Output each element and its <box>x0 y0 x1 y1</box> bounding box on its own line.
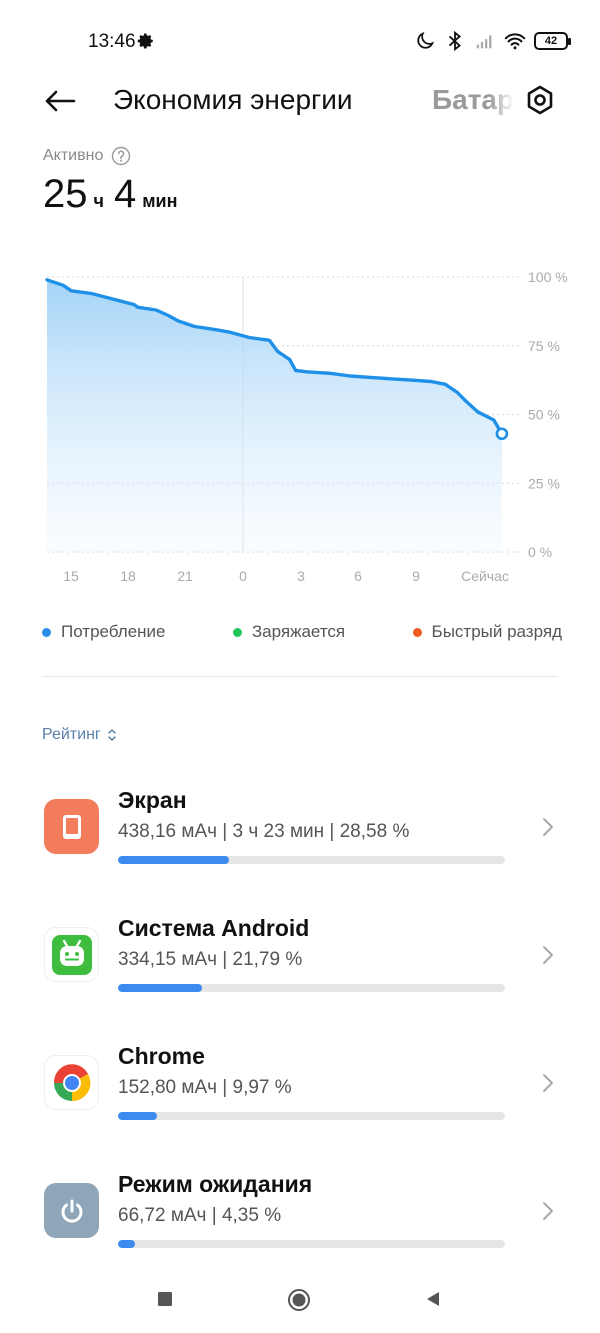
chrome-icon <box>44 1055 99 1110</box>
usage-bar <box>118 984 505 992</box>
legend-dot <box>42 627 51 637</box>
battery-chart: 100 % 75 % 50 % 25 % 0 % 15 18 21 0 3 6 9 Сейчас <box>45 269 568 584</box>
x-tick-label: Сейчас <box>461 568 509 584</box>
legend-item-charging: Заряжается <box>232 622 346 642</box>
legend-label: Заряжается <box>251 622 346 641</box>
active-minutes: 4 <box>113 172 137 216</box>
help-icon[interactable] <box>111 146 131 166</box>
usage-bar <box>118 1240 505 1248</box>
back-triangle-icon[interactable] <box>424 1290 442 1308</box>
signal-icon <box>476 35 492 49</box>
y-tick-label: 100 % <box>528 269 568 285</box>
legend-dot <box>412 627 422 637</box>
app-detail: 152,80 мАч | 9,97 % <box>118 1077 292 1098</box>
legend-item-fast-drain: Быстрый разряд <box>412 622 562 642</box>
square-icon[interactable] <box>156 1290 174 1308</box>
active-hours: 25 <box>43 172 88 216</box>
home-circle-icon[interactable] <box>287 1288 311 1312</box>
chevron-right-icon <box>543 1202 553 1220</box>
usage-bar <box>118 1112 505 1120</box>
page-title: Экономия энергии <box>113 84 353 115</box>
y-tick-label: 75 % <box>528 338 560 354</box>
back-arrow-icon[interactable] <box>42 86 78 116</box>
status-time: 13:46 <box>88 31 136 52</box>
bluetooth-icon <box>448 30 461 52</box>
x-tick-label: 21 <box>177 568 193 584</box>
active-label: Активно <box>43 147 104 164</box>
usage-bar-fill <box>118 856 229 864</box>
android-icon <box>44 927 99 982</box>
x-tick-label: 0 <box>239 568 247 584</box>
app-detail: 438,16 мАч | 3 ч 23 мин | 28,58 % <box>118 821 410 842</box>
app-row-android-system[interactable]: Система Android 334,15 мАч | 21,79 % <box>0 915 600 1027</box>
active-time: 25 ч 4 мин <box>43 172 187 217</box>
y-tick-label: 0 % <box>528 544 552 560</box>
chevron-right-icon <box>543 946 553 964</box>
app-row-standby[interactable]: Режим ожидания 66,72 мАч | 4,35 % <box>0 1171 600 1283</box>
gear-icon <box>137 33 153 49</box>
app-row-screen[interactable]: Экран 438,16 мАч | 3 ч 23 мин | 28,58 % <box>0 787 600 899</box>
chevron-right-icon <box>543 1074 553 1092</box>
chevron-right-icon <box>543 818 553 836</box>
usage-bar-fill <box>118 984 203 992</box>
usage-bar-fill <box>118 1240 135 1248</box>
sort-arrows-icon <box>108 729 116 741</box>
app-name: Chrome <box>118 1043 205 1069</box>
header: Экономия энергии Батарея <box>0 80 600 124</box>
x-tick-label: 3 <box>297 568 305 584</box>
battery-level: 42 <box>544 35 558 47</box>
active-row: Активно <box>43 146 131 166</box>
active-hours-unit: ч <box>93 191 104 211</box>
settings-icon[interactable] <box>524 84 556 116</box>
rating-sort-button[interactable]: Рейтинг <box>42 726 117 744</box>
screen-icon <box>44 799 99 854</box>
battery-icon: 42 <box>534 32 571 50</box>
navigation-bar <box>0 1270 600 1333</box>
x-tick-label: 18 <box>120 568 136 584</box>
wifi-icon <box>504 33 526 50</box>
current-point-marker <box>495 427 509 441</box>
legend-label: Быстрый разряд <box>431 622 562 641</box>
power-icon <box>44 1183 99 1238</box>
y-tick-label: 50 % <box>528 407 560 423</box>
app-name: Режим ожидания <box>118 1171 313 1197</box>
moon-icon <box>417 31 435 49</box>
usage-bar <box>118 856 505 864</box>
app-row-chrome[interactable]: Chrome 152,80 мАч | 9,97 % <box>0 1043 600 1155</box>
chart-legend: Потребление Заряжается Быстрый разряд <box>42 622 562 642</box>
tab-battery[interactable]: Батарея <box>432 84 514 116</box>
x-tick-label: 9 <box>412 568 420 584</box>
app-name: Система Android <box>118 915 310 941</box>
legend-label: Потребление <box>61 622 166 641</box>
status-bar: 13:46 42 <box>0 0 600 84</box>
x-tick-label: 15 <box>63 568 79 584</box>
active-minutes-unit: мин <box>142 191 178 211</box>
usage-bar-fill <box>118 1112 157 1120</box>
app-detail: 334,15 мАч | 21,79 % <box>118 949 303 970</box>
app-detail: 66,72 мАч | 4,35 % <box>118 1205 282 1226</box>
divider <box>42 676 558 677</box>
legend-dot <box>232 627 242 637</box>
y-tick-label: 25 % <box>528 475 560 491</box>
rating-label: Рейтинг <box>42 726 101 743</box>
x-tick-label: 6 <box>354 568 362 584</box>
app-name: Экран <box>118 787 187 813</box>
legend-item-consumption: Потребление <box>42 622 166 642</box>
area-fill <box>47 279 502 552</box>
